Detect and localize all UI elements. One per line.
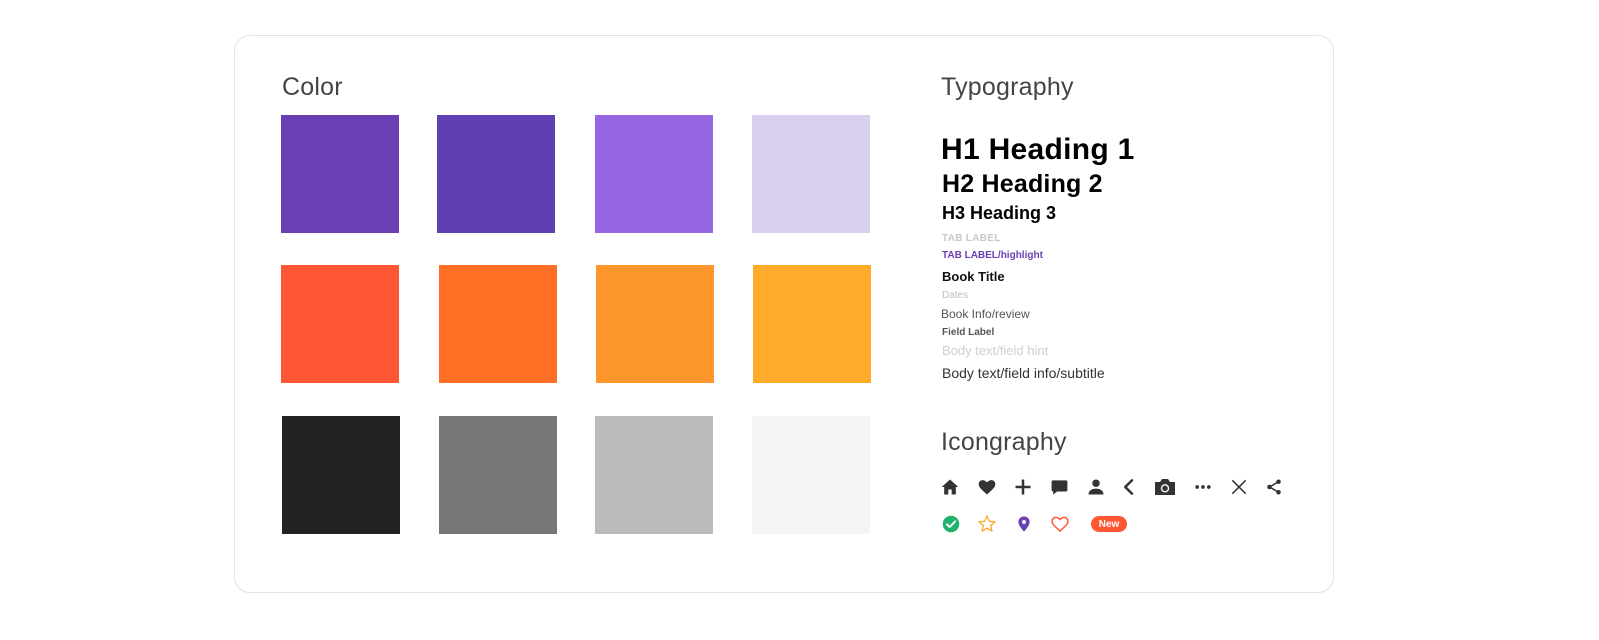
- color-swatch: [595, 416, 713, 534]
- chevron-left-icon: [1117, 475, 1141, 499]
- book-title-sample: Book Title: [942, 269, 1005, 284]
- color-swatch: [752, 416, 870, 534]
- color-swatch: [437, 115, 555, 233]
- location-pin-icon: [1012, 512, 1036, 536]
- heading-3-sample: H3 Heading 3: [942, 203, 1057, 223]
- color-swatch: [439, 416, 557, 534]
- tab-label-highlight-sample: TAB LABEL/highlight: [942, 250, 1043, 261]
- tab-label-sample: TAB LABEL: [942, 233, 1001, 244]
- heading-1-sample: H1 Heading 1: [941, 133, 1135, 166]
- color-swatch: [753, 265, 871, 383]
- body-hint-sample: Body text/field hint: [942, 343, 1049, 358]
- chat-bubble-icon: [1047, 475, 1071, 499]
- color-swatch: [282, 416, 400, 534]
- iconography-section-title: Icongraphy: [941, 428, 1067, 456]
- heart-outline-icon: [1048, 512, 1072, 536]
- color-swatch: [595, 115, 713, 233]
- field-label-sample: Field Label: [942, 327, 995, 338]
- color-swatch: [752, 115, 870, 233]
- share-icon: [1262, 475, 1286, 499]
- camera-icon: [1153, 475, 1177, 499]
- book-info-sample: Book Info/review: [941, 307, 1030, 321]
- color-section-title: Color: [282, 73, 343, 101]
- color-swatch: [281, 115, 399, 233]
- star-outline-icon: [975, 512, 999, 536]
- color-swatch: [281, 265, 399, 383]
- dates-sample: Dates: [942, 290, 969, 301]
- close-icon: [1227, 475, 1251, 499]
- check-circle-icon: [939, 512, 963, 536]
- new-badge: New: [1091, 516, 1127, 532]
- plus-icon: [1011, 475, 1035, 499]
- more-horizontal-icon: [1191, 475, 1215, 499]
- style-guide-card: Color Typography H1 Heading 1 H2 Heading…: [234, 35, 1334, 593]
- color-swatch: [596, 265, 714, 383]
- heading-2-sample: H2 Heading 2: [942, 170, 1103, 198]
- heart-icon: [975, 475, 999, 499]
- typography-section-title: Typography: [941, 73, 1074, 101]
- home-icon: [938, 475, 962, 499]
- body-info-sample: Body text/field info/subtitle: [942, 365, 1105, 381]
- color-swatch: [439, 265, 557, 383]
- person-icon: [1084, 475, 1108, 499]
